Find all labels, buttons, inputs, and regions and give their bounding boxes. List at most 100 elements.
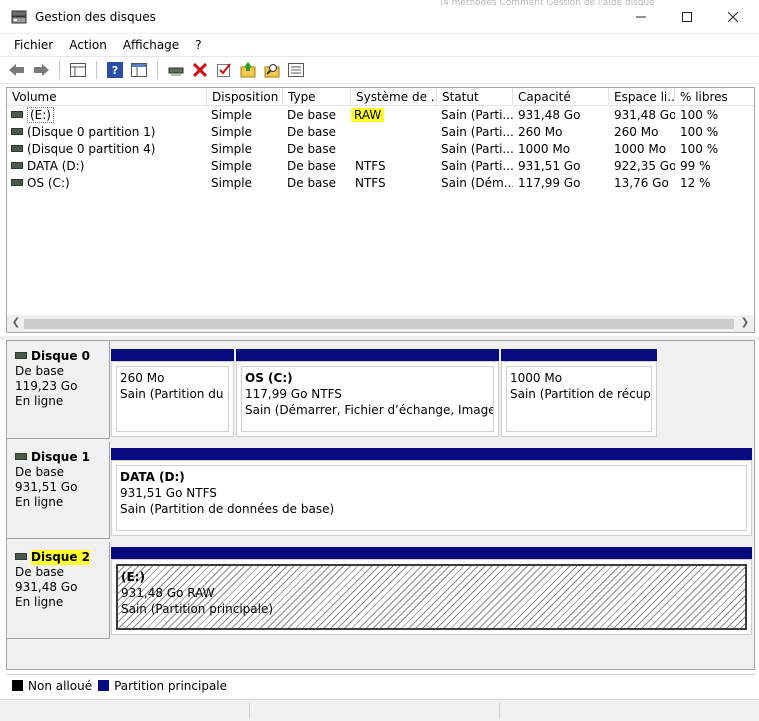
back-button[interactable] <box>6 59 28 81</box>
forward-button[interactable] <box>30 59 52 81</box>
upload-folder-button[interactable] <box>237 59 259 81</box>
delete-icon <box>193 63 207 77</box>
cell-capacity: 1000 Mo <box>518 142 571 156</box>
table-row[interactable]: DATA (D:) Simple De base NTFS Sain (Part… <box>7 158 754 175</box>
partition-status: Sain (Démarrer, Fichier d’échange, Image… <box>245 403 494 417</box>
forward-arrow-icon <box>34 64 49 76</box>
disk-management-app-icon <box>11 10 27 24</box>
table-row[interactable]: (Disque 0 partition 1) Simple De base Sa… <box>7 124 754 141</box>
disk-info-disque-2[interactable]: Disque 2 De base 931,48 Go En ligne <box>7 542 110 639</box>
scrollbar-thumb[interactable] <box>24 319 734 329</box>
partition-body: DATA (D:) 931,51 Go NTFS Sain (Partition… <box>111 460 752 536</box>
disk-type: De base <box>15 364 65 378</box>
delete-button[interactable] <box>189 59 211 81</box>
cell-file-system <box>355 141 437 158</box>
legend-label: Non alloué <box>28 678 93 693</box>
horizontal-scrollbar[interactable]: ❮ ❯ <box>7 315 754 332</box>
legend-item-unallocated: Non alloué <box>12 679 92 693</box>
connect-disk-button[interactable] <box>165 59 187 81</box>
scroll-left-icon[interactable]: ❮ <box>9 316 23 330</box>
cell-status: Sain (Parti... <box>441 142 513 156</box>
partition-block[interactable]: 1000 Mo Sain (Partition de récupérat <box>501 349 657 437</box>
column-header-capacity[interactable]: Capacité <box>513 88 609 106</box>
cell-volume: (Disque 0 partition 4) <box>11 141 207 158</box>
partition-title: OS (C:) <box>245 371 293 385</box>
volume-list: Volume Disposition Type Système de ... S… <box>6 87 755 333</box>
help-icon: ? <box>107 62 123 78</box>
partition-title: (E:) <box>121 570 145 584</box>
menu-affichage[interactable]: Affichage <box>115 38 187 52</box>
partition-size: 117,99 Go NTFS <box>245 387 342 401</box>
partition-color-bar <box>501 349 657 361</box>
cell-file-system: NTFS <box>355 176 386 190</box>
disk-size: 931,48 Go <box>15 580 78 594</box>
list-view-icon <box>288 63 304 77</box>
cell-free-space: 1000 Mo <box>614 142 667 156</box>
toolbar-separator <box>157 61 158 79</box>
disk-type: De base <box>15 565 65 579</box>
table-row[interactable]: (Disque 0 partition 4) Simple De base Sa… <box>7 141 754 158</box>
close-button[interactable] <box>710 0 756 34</box>
cell-status: Sain (Parti... <box>441 125 513 139</box>
cell-disposition: Simple <box>211 142 252 156</box>
menu-fichier[interactable]: Fichier <box>6 38 61 52</box>
check-button[interactable] <box>213 59 235 81</box>
partition-block[interactable]: DATA (D:) 931,51 Go NTFS Sain (Partition… <box>111 448 752 536</box>
partition-size: 931,51 Go NTFS <box>120 486 217 500</box>
cell-percent-free: 100 % <box>680 142 719 156</box>
help-button[interactable]: ? <box>104 59 126 81</box>
partition-status: Sain (Partition de données de base) <box>120 502 335 516</box>
cell-volume: (E:) <box>11 107 207 124</box>
partition-block[interactable]: (E:) 931,48 Go RAW Sain (Partition princ… <box>111 547 752 635</box>
menu-action[interactable]: Action <box>61 38 115 52</box>
toolbar-separator <box>96 61 97 79</box>
upload-folder-icon <box>240 62 256 78</box>
console-button[interactable] <box>128 59 150 81</box>
maximize-button[interactable] <box>664 0 710 34</box>
partition-title: DATA (D:) <box>120 470 185 484</box>
column-header-volume[interactable]: Volume <box>7 88 207 106</box>
list-view-button[interactable] <box>285 59 307 81</box>
partition-inner: 260 Mo Sain (Partition du sys <box>116 366 229 432</box>
cell-status: Sain (Parti... <box>441 108 513 122</box>
cell-disposition: Simple <box>211 159 252 173</box>
toolbar: ? <box>0 56 759 84</box>
partition-body: 260 Mo Sain (Partition du sys <box>111 361 234 437</box>
disk-state: En ligne <box>15 595 64 609</box>
cell-status: Sain (Dém... <box>441 176 513 190</box>
cell-capacity: 260 Mo <box>518 125 563 139</box>
partition-color-bar <box>111 349 234 361</box>
table-row[interactable]: (E:) Simple De base RAW Sain (Parti... 9… <box>7 107 754 124</box>
partition-body: 1000 Mo Sain (Partition de récupérat <box>501 361 657 437</box>
column-header-disposition[interactable]: Disposition <box>207 88 283 106</box>
cell-type: De base <box>287 176 337 190</box>
menu-help[interactable]: ? <box>187 38 209 52</box>
column-header-free-space[interactable]: Espace li... <box>609 88 675 106</box>
partition-inner-selected: (E:) 931,48 Go RAW Sain (Partition princ… <box>116 564 747 630</box>
partition-body: OS (C:) 117,99 Go NTFS Sain (Démarrer, F… <box>236 361 499 437</box>
scroll-right-icon[interactable]: ❯ <box>738 316 752 330</box>
partition-block[interactable]: 260 Mo Sain (Partition du sys <box>111 349 234 437</box>
drive-icon <box>11 111 23 118</box>
properties-grid-button[interactable] <box>67 59 89 81</box>
partition-color-bar <box>236 349 499 361</box>
column-header-file-system[interactable]: Système de ... <box>351 88 437 106</box>
partition-block[interactable]: OS (C:) 117,99 Go NTFS Sain (Démarrer, F… <box>236 349 499 437</box>
disk-info-disque-0[interactable]: Disque 0 De base 119,23 Go En ligne <box>7 341 110 439</box>
minimize-button[interactable] <box>618 0 664 34</box>
partition-body: (E:) 931,48 Go RAW Sain (Partition princ… <box>111 559 752 635</box>
column-header-percent-free[interactable]: % libres <box>675 88 754 106</box>
cell-capacity: 931,51 Go <box>518 159 581 173</box>
cell-volume: (Disque 0 partition 1) <box>11 124 207 141</box>
search-folder-button[interactable] <box>261 59 283 81</box>
back-arrow-icon <box>9 64 24 76</box>
disk-info-disque-1[interactable]: Disque 1 De base 931,51 Go En ligne <box>7 442 110 539</box>
column-header-type[interactable]: Type <box>283 88 351 106</box>
column-header-status[interactable]: Statut <box>437 88 513 106</box>
status-segment <box>0 703 250 719</box>
properties-grid-icon <box>70 63 86 77</box>
partition-status: Sain (Partition de récupérat <box>510 387 651 401</box>
minimize-icon <box>636 16 646 18</box>
drive-icon <box>11 128 23 135</box>
table-row[interactable]: OS (C:) Simple De base NTFS Sain (Dém...… <box>7 175 754 192</box>
